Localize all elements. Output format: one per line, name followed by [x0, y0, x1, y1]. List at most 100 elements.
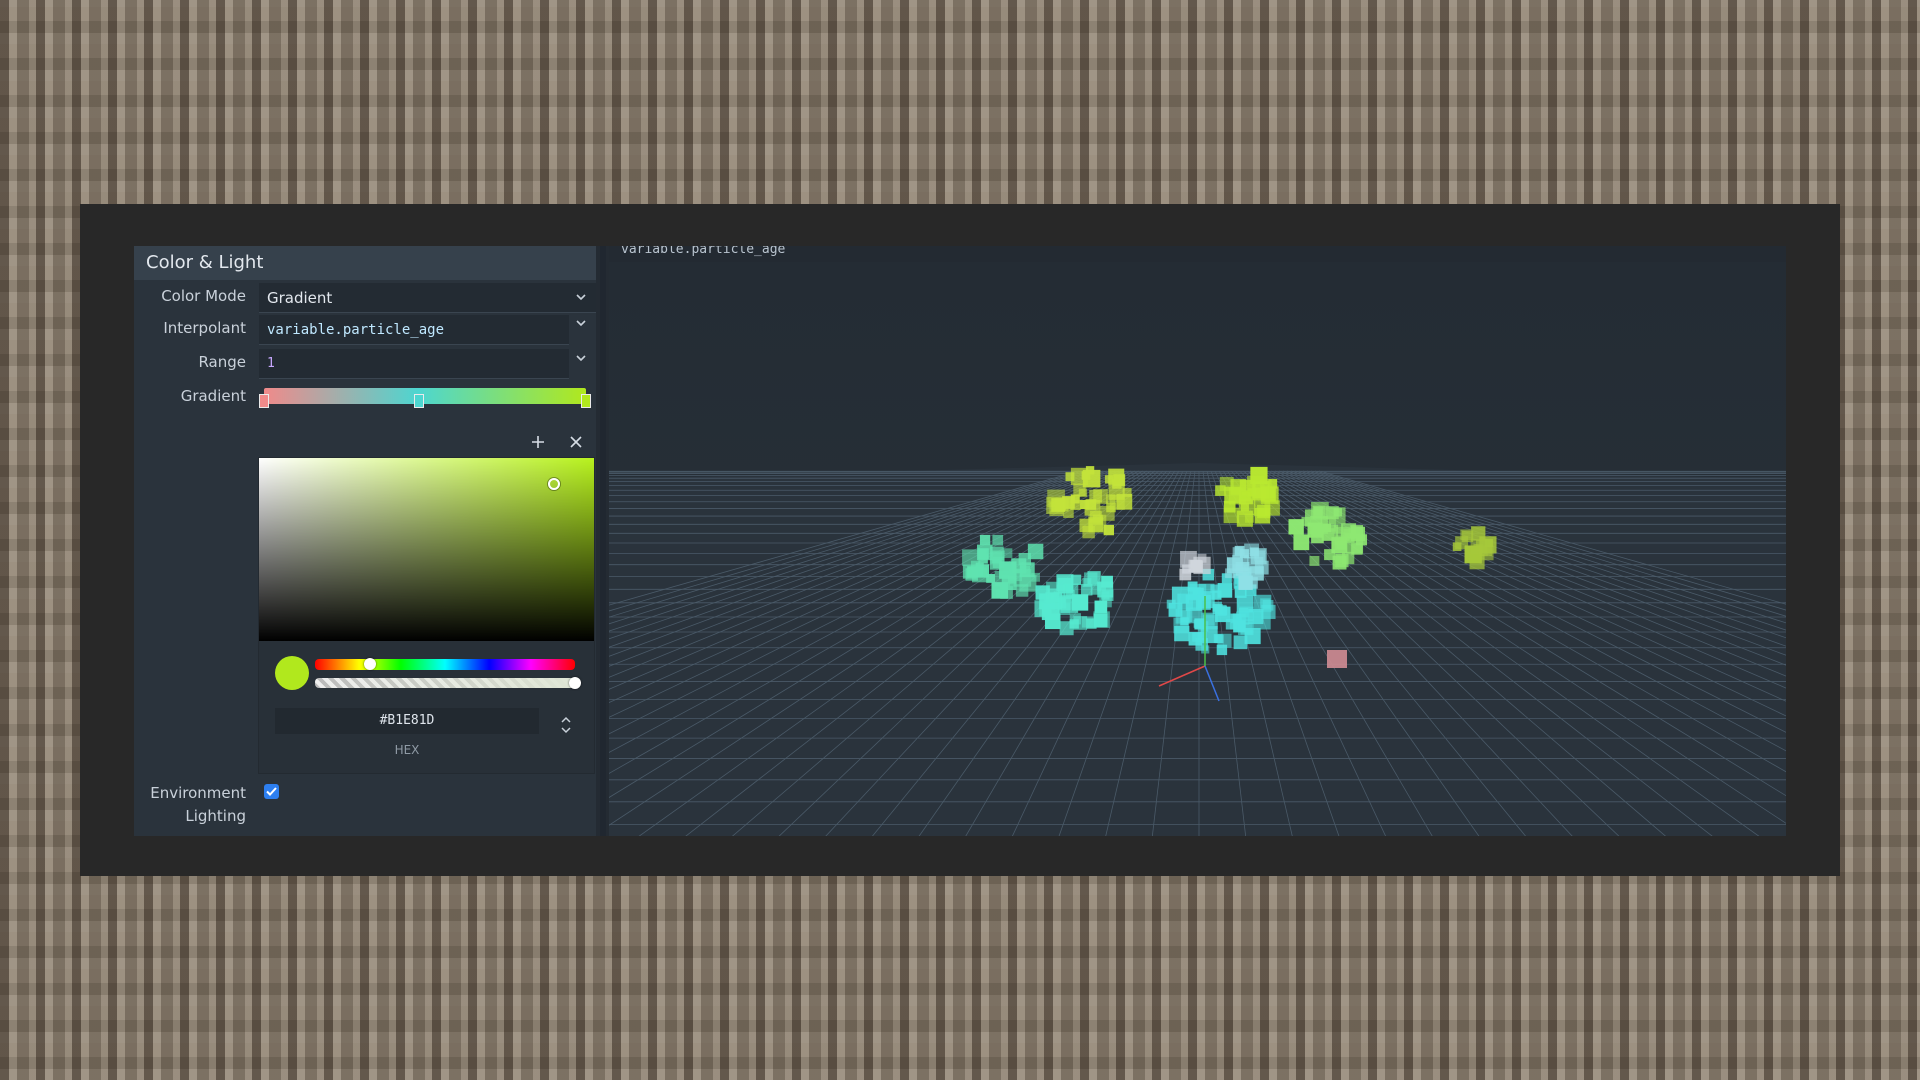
particle — [1174, 626, 1190, 642]
hue-slider[interactable] — [315, 658, 575, 670]
particle — [1219, 476, 1234, 491]
particle — [1312, 524, 1324, 536]
particle — [1088, 514, 1107, 533]
particle — [1003, 564, 1013, 574]
environment-lighting-checkbox[interactable] — [264, 784, 279, 799]
particle — [1238, 498, 1256, 515]
particle — [1471, 526, 1486, 541]
particle — [1027, 543, 1044, 560]
particle — [1327, 650, 1347, 668]
particle — [979, 534, 991, 546]
particle — [1031, 572, 1040, 582]
hex-input[interactable]: #B1E81D — [275, 708, 539, 734]
particle — [1333, 508, 1342, 517]
particle — [1187, 581, 1198, 592]
particle — [1082, 469, 1101, 488]
particle — [1197, 591, 1215, 609]
particle — [1322, 523, 1332, 533]
close-icon[interactable] — [566, 432, 586, 452]
particle — [1309, 555, 1320, 566]
gradient-stop-1[interactable] — [259, 394, 269, 408]
particle — [1191, 561, 1203, 573]
interpolant-input[interactable]: variable.particle_age — [259, 315, 569, 345]
chevron-down-icon[interactable] — [576, 319, 586, 329]
particle — [1239, 549, 1249, 559]
range-row: Range 1 — [134, 346, 596, 379]
particle — [996, 589, 1005, 598]
range-input[interactable]: 1 — [259, 349, 569, 379]
alpha-slider-knob[interactable] — [569, 677, 581, 689]
interpolant-row: Interpolant variable.particle_age — [134, 312, 596, 345]
particle — [1460, 529, 1471, 540]
particle — [1103, 524, 1115, 536]
particle — [1452, 542, 1462, 552]
particle — [1254, 499, 1270, 516]
particle — [992, 534, 1004, 546]
check-icon — [266, 787, 277, 796]
editor-app: Color & Light Color Mode Gradient Interp… — [134, 246, 1786, 836]
gradient-row: Gradient — [134, 380, 596, 412]
alpha-slider[interactable] — [315, 677, 581, 689]
particle — [1341, 551, 1355, 565]
panel-splitter[interactable] — [600, 246, 606, 836]
particle — [1249, 566, 1264, 581]
particle — [1337, 540, 1347, 550]
particle — [1041, 602, 1060, 621]
particle — [1093, 489, 1108, 504]
gradient-stop-3[interactable] — [581, 394, 591, 408]
particle — [1348, 527, 1361, 540]
gradient-bar[interactable] — [264, 388, 586, 404]
particle — [1002, 548, 1013, 558]
range-label: Range — [198, 353, 246, 371]
viewport-scene — [609, 463, 1786, 836]
hue-slider-knob[interactable] — [363, 658, 376, 670]
particle — [975, 564, 990, 578]
particle — [1469, 554, 1485, 570]
particle — [1250, 548, 1267, 565]
particle — [1252, 481, 1270, 499]
particle — [1212, 604, 1223, 615]
particle — [1046, 581, 1060, 595]
range-value: 1 — [267, 356, 275, 371]
panel-title: Color & Light — [134, 246, 596, 280]
color-mode-select[interactable]: Gradient — [259, 283, 596, 313]
environment-lighting-label-line2: Lighting — [185, 807, 246, 825]
color-picker: #B1E81D HEX — [259, 458, 594, 773]
particle — [1099, 594, 1112, 608]
particle — [1049, 501, 1064, 517]
particle — [1008, 575, 1017, 584]
interpolant-value: variable.particle_age — [267, 322, 445, 338]
color-mode-value: Gradient — [267, 289, 333, 307]
particle — [1252, 611, 1271, 630]
environment-lighting-label: Environment Lighting — [150, 782, 246, 828]
particle — [1073, 616, 1088, 630]
particle — [1084, 572, 1098, 586]
particle — [1093, 613, 1108, 628]
color-mode-label: Color Mode — [161, 287, 246, 305]
particle — [1313, 506, 1324, 516]
particle — [1236, 595, 1254, 613]
particle-viewport[interactable]: variable.particle_age — [609, 246, 1786, 836]
particle — [1057, 597, 1071, 611]
gradient-label: Gradient — [180, 387, 246, 405]
up-down-chevron-icon[interactable] — [559, 714, 573, 736]
particle — [1070, 574, 1082, 585]
particle — [1293, 534, 1310, 551]
particle — [1470, 539, 1488, 557]
particle — [977, 549, 987, 559]
particle — [1301, 516, 1311, 527]
saturation-value-area[interactable] — [259, 458, 594, 641]
particle — [1090, 584, 1102, 595]
chevron-down-icon[interactable] — [576, 293, 586, 303]
sv-cursor[interactable] — [547, 478, 560, 491]
particle — [1078, 488, 1088, 497]
plus-icon[interactable] — [528, 432, 548, 452]
particle — [1108, 468, 1125, 485]
particle — [1019, 565, 1031, 577]
particle — [1212, 590, 1222, 600]
environment-lighting-label-line1: Environment — [150, 784, 246, 802]
chevron-down-icon[interactable] — [576, 354, 586, 364]
window-frame: Color & Light Color Mode Gradient Interp… — [80, 204, 1840, 876]
gradient-stop-2[interactable] — [413, 394, 424, 408]
color-mode-row: Color Mode Gradient — [134, 280, 596, 313]
